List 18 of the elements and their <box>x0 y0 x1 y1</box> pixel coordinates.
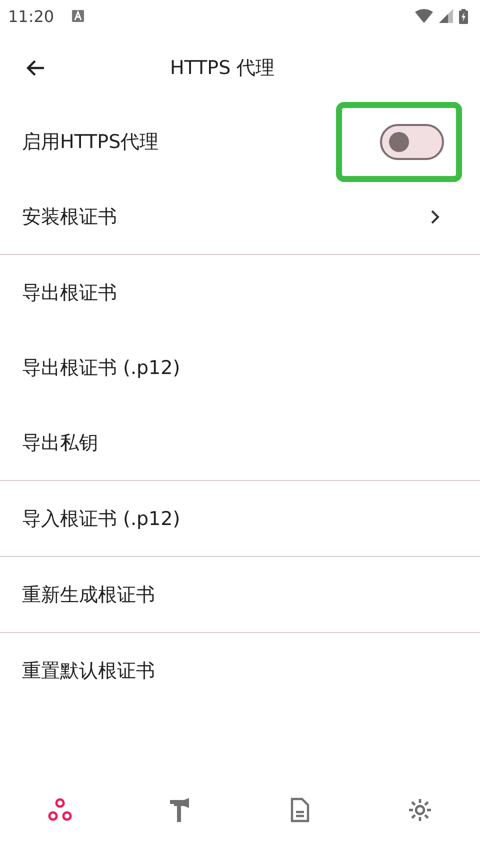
status-time: 11:20 <box>8 6 54 26</box>
setting-label[interactable]: 启用HTTPS代理 <box>22 128 159 154</box>
setting-label[interactable]: 安装根证书 <box>22 204 117 230</box>
notification-icon <box>72 10 84 22</box>
chevron-right-icon <box>430 210 440 224</box>
setting-label[interactable]: 重置默认根证书 <box>22 658 155 684</box>
battery-icon <box>459 8 468 24</box>
setting-label[interactable]: 导出根证书 (.p12) <box>22 354 180 380</box>
network-icon[interactable] <box>47 797 73 823</box>
setting-label[interactable]: 导入根证书 (.p12) <box>22 506 180 532</box>
toggle-switch[interactable] <box>380 124 444 160</box>
wifi-icon <box>415 9 433 23</box>
page-title: HTTPS 代理 <box>170 56 275 81</box>
setting-label[interactable]: 重新生成根证书 <box>22 582 155 608</box>
signal-icon <box>439 9 453 23</box>
setting-label[interactable]: 导出根证书 <box>22 280 117 306</box>
setting-label[interactable]: 导出私钥 <box>22 430 98 456</box>
settings-icon[interactable] <box>407 797 433 823</box>
